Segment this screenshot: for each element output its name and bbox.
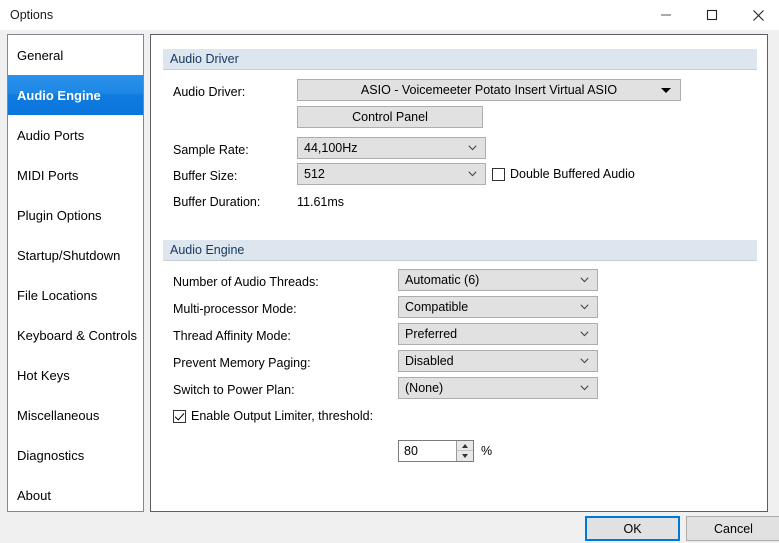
prevent-memory-paging-label: Prevent Memory Paging:: [173, 356, 311, 370]
sidebar-item-label: Plugin Options: [17, 207, 102, 223]
output-limiter-checkbox[interactable]: Enable Output Limiter, threshold:: [173, 409, 373, 423]
sidebar-item-keyboard-controls[interactable]: Keyboard & Controls: [8, 315, 143, 355]
limiter-threshold-stepper[interactable]: [398, 440, 474, 462]
buffer-size-dropdown[interactable]: 512: [297, 163, 486, 185]
audio-driver-dropdown[interactable]: ASIO - Voicemeeter Potato Insert Virtual…: [297, 79, 681, 101]
multiprocessor-mode-label: Multi-processor Mode:: [173, 302, 297, 316]
chevron-down-icon: [580, 358, 589, 364]
power-plan-value: (None): [405, 381, 444, 395]
title-bar: Options: [0, 0, 779, 30]
prevent-memory-paging-value: Disabled: [405, 354, 454, 368]
limiter-threshold-input[interactable]: [399, 441, 456, 461]
stepper-increment-button[interactable]: [457, 441, 473, 451]
arrow-up-icon: [462, 443, 468, 448]
chevron-down-icon: [580, 331, 589, 337]
minimize-icon: [660, 9, 672, 21]
buffer-duration-value: 11.61ms: [297, 195, 345, 209]
maximize-button[interactable]: [689, 0, 735, 30]
audio-driver-value: ASIO - Voicemeeter Potato Insert Virtual…: [360, 83, 618, 97]
sidebar-item-label: Keyboard & Controls: [17, 327, 137, 343]
cancel-button[interactable]: Cancel: [686, 516, 779, 541]
stepper-decrement-button[interactable]: [457, 451, 473, 461]
stepper-buttons[interactable]: [456, 441, 473, 461]
sidebar-item-diagnostics[interactable]: Diagnostics: [8, 435, 143, 475]
sidebar-item-file-locations[interactable]: File Locations: [8, 275, 143, 315]
audio-threads-dropdown[interactable]: Automatic (6): [398, 269, 598, 291]
sidebar-item-about[interactable]: About: [8, 475, 143, 511]
sidebar-item-audio-engine[interactable]: Audio Engine: [8, 75, 143, 115]
thread-affinity-value: Preferred: [405, 327, 458, 341]
sample-rate-label: Sample Rate:: [173, 143, 249, 157]
chevron-down-icon: [468, 171, 477, 177]
buffer-size-label: Buffer Size:: [173, 169, 238, 183]
multiprocessor-mode-value: Compatible: [405, 300, 469, 314]
chevron-down-icon: [661, 88, 671, 93]
limiter-threshold-unit: %: [481, 444, 493, 458]
sidebar-item-label: Diagnostics: [17, 447, 85, 463]
control-panel-label: Control Panel: [352, 110, 428, 124]
maximize-icon: [706, 9, 718, 21]
sidebar-item-label: File Locations: [17, 287, 98, 303]
ok-label: OK: [623, 521, 642, 536]
options-dialog: Options General Audio Engine Audio Ports…: [0, 0, 779, 543]
ok-button[interactable]: OK: [585, 516, 680, 541]
sidebar-item-hot-keys[interactable]: Hot Keys: [8, 355, 143, 395]
checkbox-box: [492, 167, 505, 181]
chevron-down-icon: [580, 277, 589, 283]
sidebar-item-label: Miscellaneous: [17, 407, 100, 423]
sidebar-item-label: About: [17, 487, 51, 503]
power-plan-dropdown[interactable]: (None): [398, 377, 598, 399]
chevron-down-icon: [468, 145, 477, 151]
double-buffered-audio-checkbox[interactable]: Double Buffered Audio: [492, 167, 635, 181]
sidebar-item-miscellaneous[interactable]: Miscellaneous: [8, 395, 143, 435]
thread-affinity-label: Thread Affinity Mode:: [173, 329, 291, 343]
prevent-memory-paging-dropdown[interactable]: Disabled: [398, 350, 598, 372]
section-header-audio-driver: Audio Driver: [163, 49, 757, 70]
sidebar-item-label: Startup/Shutdown: [17, 247, 121, 263]
checkbox-box: [173, 409, 186, 423]
chevron-down-icon: [580, 385, 589, 391]
sidebar-item-label: Hot Keys: [17, 367, 70, 383]
window-title: Options: [10, 8, 54, 22]
close-icon: [752, 9, 765, 22]
sidebar-item-general[interactable]: General: [8, 35, 143, 75]
buffer-size-value: 512: [304, 167, 325, 181]
arrow-down-icon: [462, 454, 468, 458]
close-button[interactable]: [735, 0, 779, 30]
sidebar-item-startup-shutdown[interactable]: Startup/Shutdown: [8, 235, 143, 275]
audio-driver-label: Audio Driver:: [173, 85, 246, 99]
double-buffered-audio-label: Double Buffered Audio: [510, 167, 635, 181]
thread-affinity-dropdown[interactable]: Preferred: [398, 323, 598, 345]
minimize-button[interactable]: [643, 0, 689, 30]
control-panel-button[interactable]: Control Panel: [297, 106, 483, 128]
sidebar-item-label: MIDI Ports: [17, 167, 79, 183]
sidebar-item-midi-ports[interactable]: MIDI Ports: [8, 155, 143, 195]
dialog-content: General Audio Engine Audio Ports MIDI Po…: [0, 30, 779, 543]
sample-rate-value: 44,100Hz: [304, 141, 358, 155]
output-limiter-label: Enable Output Limiter, threshold:: [191, 409, 374, 423]
category-list[interactable]: General Audio Engine Audio Ports MIDI Po…: [7, 34, 144, 512]
sidebar-item-plugin-options[interactable]: Plugin Options: [8, 195, 143, 235]
sidebar-item-label: Audio Engine: [17, 87, 101, 103]
sidebar-item-label: General: [17, 47, 64, 63]
sidebar-item-audio-ports[interactable]: Audio Ports: [8, 115, 143, 155]
section-header-audio-engine: Audio Engine: [163, 240, 757, 261]
sidebar-item-label: Audio Ports: [17, 127, 85, 143]
chevron-down-icon: [580, 304, 589, 310]
audio-threads-label: Number of Audio Threads:: [173, 275, 319, 289]
buffer-duration-label: Buffer Duration:: [173, 195, 261, 209]
power-plan-label: Switch to Power Plan:: [173, 383, 295, 397]
sample-rate-dropdown[interactable]: 44,100Hz: [297, 137, 486, 159]
audio-threads-value: Automatic (6): [405, 273, 480, 287]
cancel-label: Cancel: [714, 521, 753, 536]
multiprocessor-mode-dropdown[interactable]: Compatible: [398, 296, 598, 318]
